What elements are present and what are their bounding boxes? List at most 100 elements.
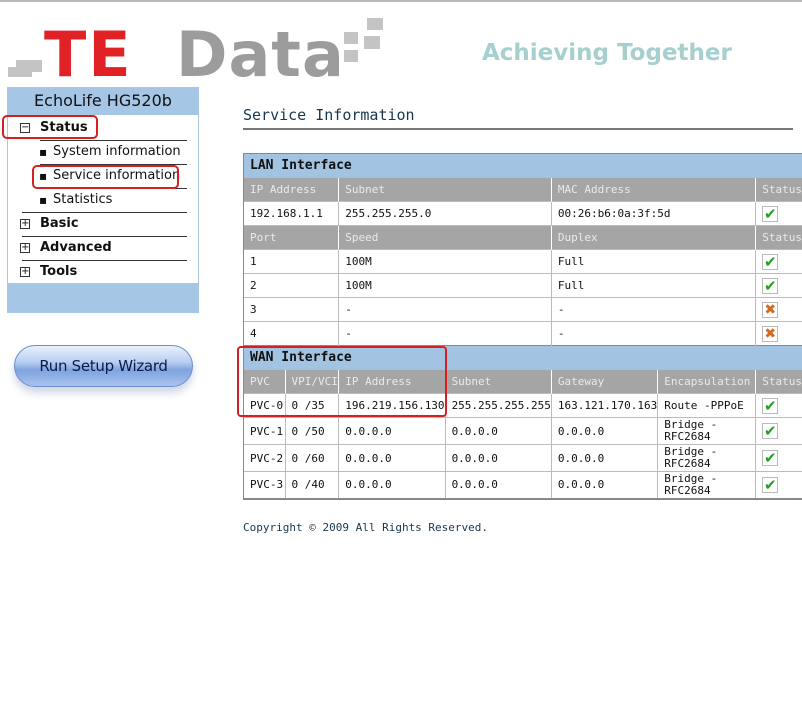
port-speed: - bbox=[338, 297, 552, 322]
slogan: Achieving Together bbox=[482, 40, 732, 66]
wan-row: PVC-1 0 /50 0.0.0.0 0.0.0.0 0.0.0.0 Brid… bbox=[243, 417, 802, 445]
menu-basic[interactable]: + Basic bbox=[8, 213, 198, 235]
status-cell: ✔ bbox=[755, 417, 802, 445]
col-status: Status bbox=[755, 177, 802, 202]
wan-encapsulation: Bridge -RFC2684 bbox=[657, 471, 756, 499]
port-row: 4 - - ✖ bbox=[242, 321, 802, 346]
wan-subnet: 0.0.0.0 bbox=[444, 471, 552, 499]
nav-footer bbox=[7, 283, 199, 313]
status-cell: ✔ bbox=[755, 471, 802, 499]
port-speed: - bbox=[338, 321, 552, 346]
wan-pvc: PVC-1 bbox=[243, 417, 286, 445]
col-subnet: Subnet bbox=[444, 369, 552, 394]
menu-advanced[interactable]: + Advanced bbox=[8, 237, 198, 259]
wan-ip: 0.0.0.0 bbox=[338, 444, 446, 472]
wan-gateway: 0.0.0.0 bbox=[550, 444, 658, 472]
page-title: Service Information bbox=[243, 106, 415, 124]
wan-vpi-vci: 0 /50 bbox=[284, 417, 339, 445]
submenu-label: Statistics bbox=[53, 192, 113, 207]
wan-gateway: 163.121.170.163 bbox=[550, 393, 658, 418]
check-icon: ✔ bbox=[762, 422, 779, 440]
bullet-icon: ▪ bbox=[39, 193, 48, 207]
wan-encapsulation: Route -PPPoE bbox=[657, 393, 756, 418]
col-speed: Speed bbox=[338, 225, 552, 250]
check-icon: ✔ bbox=[762, 276, 779, 295]
device-model: EchoLife HG520b bbox=[7, 87, 199, 115]
menu-tools-label: Tools bbox=[40, 264, 78, 279]
lan-header-row: IP Address Subnet MAC Address Status bbox=[242, 177, 802, 202]
wan-row: PVC-2 0 /60 0.0.0.0 0.0.0.0 0.0.0.0 Brid… bbox=[243, 444, 802, 472]
check-icon: ✔ bbox=[762, 449, 779, 467]
logo-data-text: Data bbox=[176, 18, 345, 91]
wan-encapsulation: Bridge -RFC2684 bbox=[657, 417, 756, 445]
lan-mac: 00:26:b6:0a:3f:5d bbox=[550, 201, 756, 226]
wan-row: PVC-3 0 /40 0.0.0.0 0.0.0.0 0.0.0.0 Brid… bbox=[243, 471, 802, 499]
status-cell: ✔ bbox=[755, 273, 802, 298]
bullet-icon: ▪ bbox=[39, 145, 48, 159]
port-number: 2 bbox=[242, 273, 339, 298]
highlight-wan-ip bbox=[237, 346, 447, 417]
submenu-system-information[interactable]: ▪ System information bbox=[8, 141, 198, 163]
status-cell: ✔ bbox=[755, 393, 802, 418]
expand-icon[interactable]: + bbox=[20, 219, 30, 229]
port-number: 3 bbox=[242, 297, 339, 322]
port-duplex: Full bbox=[550, 273, 756, 298]
status-cell: ✔ bbox=[755, 444, 802, 472]
cross-icon: ✖ bbox=[762, 325, 779, 342]
status-cell: ✔ bbox=[755, 249, 802, 274]
wan-subnet: 0.0.0.0 bbox=[444, 444, 552, 472]
wan-pvc: PVC-3 bbox=[243, 471, 286, 499]
col-port: Port bbox=[242, 225, 339, 250]
port-speed: 100M bbox=[338, 273, 552, 298]
expand-icon[interactable]: + bbox=[20, 243, 30, 253]
col-subnet: Subnet bbox=[338, 177, 552, 202]
status-cell: ✔ bbox=[755, 201, 802, 226]
top-border bbox=[0, 0, 802, 2]
col-status: Status bbox=[755, 225, 802, 250]
wan-subnet: 255.255.255.255 bbox=[444, 393, 552, 418]
submenu-label: System information bbox=[53, 144, 181, 159]
highlight-status bbox=[2, 115, 98, 139]
service-info-table: LAN Interface IP Address Subnet MAC Addr… bbox=[242, 153, 802, 500]
wan-ip: 0.0.0.0 bbox=[338, 471, 446, 499]
lan-ip: 192.168.1.1 bbox=[242, 201, 339, 226]
check-icon: ✔ bbox=[762, 396, 779, 415]
col-mac-address: MAC Address bbox=[550, 177, 756, 202]
port-duplex: - bbox=[550, 321, 756, 346]
left-nav: EchoLife HG520b − Status ▪ System inform… bbox=[2, 87, 199, 313]
wan-ip: 0.0.0.0 bbox=[338, 417, 446, 445]
menu-tools[interactable]: + Tools bbox=[8, 261, 198, 283]
port-speed: 100M bbox=[338, 249, 552, 274]
col-gateway: Gateway bbox=[550, 369, 658, 394]
check-icon: ✔ bbox=[762, 252, 779, 271]
highlight-service-information bbox=[32, 165, 179, 189]
lan-row: 192.168.1.1 255.255.255.0 00:26:b6:0a:3f… bbox=[242, 201, 802, 226]
cross-icon: ✖ bbox=[762, 301, 779, 318]
port-header-row: Port Speed Duplex Status bbox=[242, 225, 802, 250]
wan-encapsulation: Bridge -RFC2684 bbox=[657, 444, 756, 472]
wan-subnet: 0.0.0.0 bbox=[444, 417, 552, 445]
wan-vpi-vci: 0 /40 bbox=[284, 471, 339, 499]
lan-section-header: LAN Interface bbox=[243, 153, 802, 178]
logo-te-text: TE bbox=[44, 18, 133, 91]
check-icon: ✔ bbox=[762, 475, 779, 494]
lan-subnet: 255.255.255.0 bbox=[338, 201, 552, 226]
port-row: 2 100M Full ✔ bbox=[242, 273, 802, 298]
submenu-statistics[interactable]: ▪ Statistics bbox=[8, 189, 198, 211]
wan-vpi-vci: 0 /60 bbox=[284, 444, 339, 472]
copyright: Copyright © 2009 All Rights Reserved. bbox=[243, 521, 489, 534]
col-duplex: Duplex bbox=[550, 225, 756, 250]
wan-gateway: 0.0.0.0 bbox=[550, 417, 658, 445]
run-setup-wizard-button[interactable]: Run Setup Wizard bbox=[14, 345, 193, 387]
port-number: 1 bbox=[242, 249, 339, 274]
port-duplex: Full bbox=[550, 249, 756, 274]
wan-pvc: PVC-2 bbox=[243, 444, 286, 472]
expand-icon[interactable]: + bbox=[20, 267, 30, 277]
col-status: Status bbox=[755, 369, 802, 394]
check-icon: ✔ bbox=[762, 204, 779, 223]
te-data-logo: TE Data bbox=[0, 14, 400, 91]
port-row: 1 100M Full ✔ bbox=[242, 249, 802, 274]
wan-gateway: 0.0.0.0 bbox=[550, 471, 658, 499]
col-encapsulation: Encapsulation bbox=[657, 369, 756, 394]
col-ip-address: IP Address bbox=[242, 177, 339, 202]
